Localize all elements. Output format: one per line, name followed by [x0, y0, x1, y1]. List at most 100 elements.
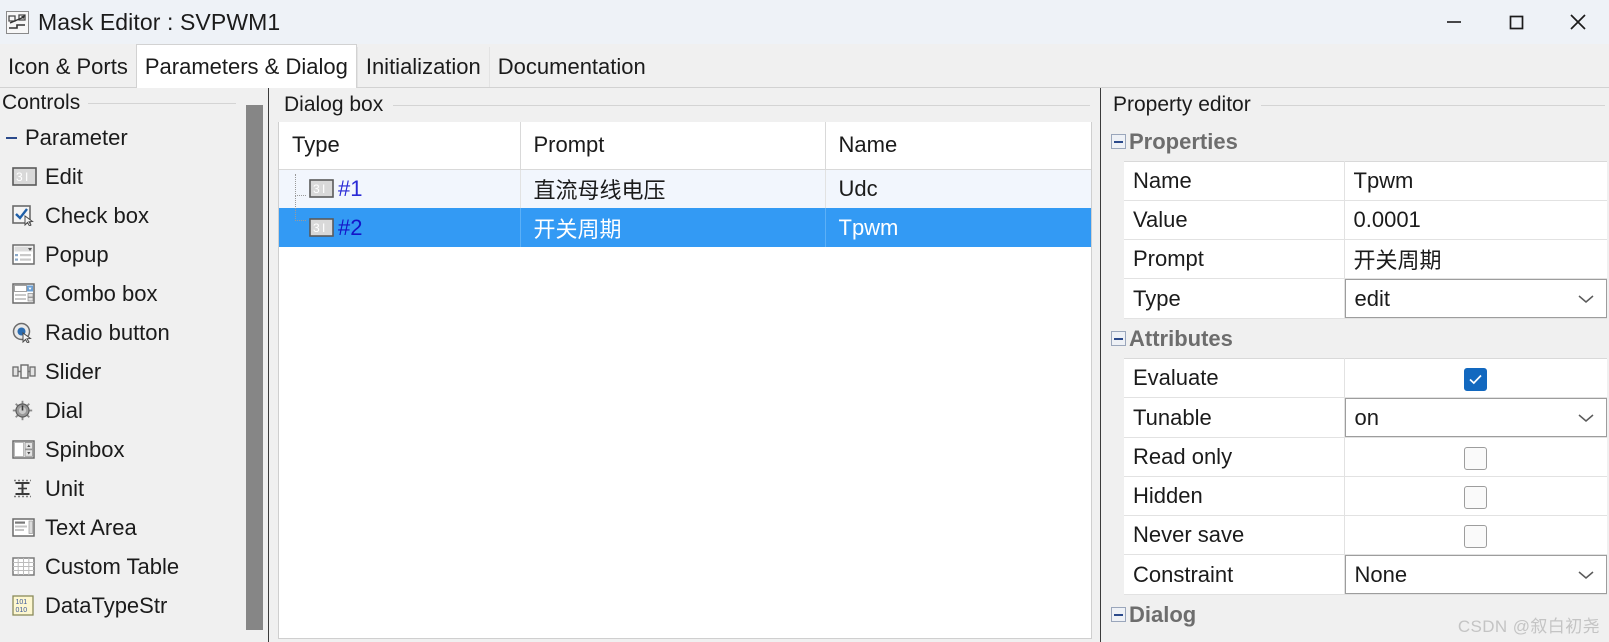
tab-parameters-and-dialog[interactable]: Parameters & Dialog [135, 44, 357, 88]
watermark: CSDN @叙白初尧 [1457, 617, 1600, 636]
column-header-name[interactable]: Name [825, 122, 1091, 170]
legend-rule [88, 102, 236, 104]
svg-text:3: 3 [16, 170, 23, 184]
cell-type: 3I #2 [279, 194, 521, 247]
collapse-minus-icon[interactable] [1111, 331, 1126, 346]
never-save-checkbox[interactable] [1464, 524, 1488, 548]
section-header-properties[interactable]: Properties [1106, 122, 1609, 161]
mask-editor-icon [6, 10, 29, 34]
maximize-icon[interactable] [1485, 0, 1547, 44]
control-item-check-box[interactable]: Check box [0, 196, 236, 235]
cell-prompt[interactable]: 开关周期 [520, 208, 826, 247]
controls-scrollbar[interactable] [244, 88, 264, 642]
column-header-type[interactable]: Type [279, 122, 521, 170]
property-value-value[interactable]: 0.0001 [1344, 200, 1607, 240]
attribute-value-read-only [1344, 437, 1607, 477]
cell-type: 3I #1 [279, 169, 521, 208]
tunable-select[interactable]: on [1344, 398, 1607, 437]
tunable-select-value: on [1354, 404, 1379, 430]
dialog-box-title: Dialog box [284, 93, 384, 116]
window-controls [1423, 0, 1609, 44]
attribute-row-never-save: Never save [1124, 515, 1607, 555]
control-item-combo-box[interactable]: Combo box [0, 274, 236, 313]
svg-text:I: I [322, 182, 325, 196]
property-value-prompt[interactable]: 开关周期 [1344, 239, 1607, 279]
attribute-key: Evaluate [1124, 358, 1345, 398]
spinbox-icon [12, 439, 37, 461]
dialog-box-table: Type Prompt Name 3I #1 直流母线电压 Udc 3 I #2… [279, 122, 1091, 247]
attribute-row-hidden: Hidden [1124, 476, 1607, 516]
dialog-box-panel: Dialog box Type Prompt Name 3 I #1 直流母线电… [275, 88, 1094, 642]
svg-text:101: 101 [16, 599, 28, 606]
svg-text:010: 010 [16, 607, 28, 614]
control-item-unit[interactable]: Unit [0, 469, 236, 508]
controls-title-row: Controls [0, 88, 236, 118]
minimize-icon[interactable] [1423, 0, 1485, 44]
evaluate-checkbox[interactable] [1464, 367, 1488, 391]
type-select[interactable]: edit [1344, 279, 1607, 318]
mask-editor-window: Mask Editor : SVPWM1 Icon & Ports Parame… [0, 0, 1609, 642]
control-item-custom-table[interactable]: Custom Table [0, 547, 236, 586]
control-item-label: Edit [45, 163, 83, 189]
cell-name[interactable]: Tpwm [825, 208, 1091, 247]
property-key: Type [1124, 278, 1345, 319]
right-pane-divider[interactable] [1100, 88, 1101, 642]
tab-bar: Icon & Ports Parameters & Dialog Initial… [0, 44, 1609, 88]
left-pane-divider[interactable] [268, 88, 269, 642]
tree-group-label: Parameter [25, 124, 128, 150]
edit-field-icon: 3I [12, 166, 37, 188]
tab-icon-and-ports[interactable]: Icon & Ports [0, 47, 136, 87]
hidden-checkbox[interactable] [1464, 485, 1488, 509]
read-only-checkbox[interactable] [1464, 446, 1488, 470]
scrollbar-thumb[interactable] [246, 105, 263, 630]
section-label: Dialog [1129, 601, 1197, 627]
collapse-minus-icon[interactable] [1111, 134, 1126, 149]
constraint-select[interactable]: None [1344, 555, 1607, 594]
table-row[interactable]: 3I #2 开关周期 Tpwm [279, 194, 1091, 247]
combo-box-icon [12, 283, 37, 305]
control-item-datatypestr[interactable]: 101 010 DataTypeStr [0, 586, 236, 625]
text-area-icon [12, 517, 37, 539]
control-item-label: Custom Table [45, 553, 180, 579]
attribute-key: Tunable [1124, 397, 1345, 438]
control-item-edit[interactable]: 3I Edit [0, 157, 236, 196]
property-row-type: Type edit [1124, 278, 1607, 319]
svg-text:I: I [322, 221, 325, 235]
tree-group-parameter[interactable]: Parameter [0, 118, 236, 157]
control-item-label: Popup [45, 241, 109, 267]
section-header-attributes[interactable]: Attributes [1106, 319, 1609, 358]
property-editor-title-row: Property editor [1106, 88, 1609, 122]
control-item-radio-button[interactable]: Radio button [0, 313, 236, 352]
control-item-dial[interactable]: Dial [0, 391, 236, 430]
tab-initialization[interactable]: Initialization [356, 47, 489, 87]
property-editor-title: Property editor [1113, 93, 1251, 116]
close-icon[interactable] [1547, 0, 1609, 44]
cell-prompt[interactable]: 直流母线电压 [520, 169, 826, 208]
attribute-row-constraint: Constraint None [1124, 554, 1607, 595]
control-item-slider[interactable]: Slider [0, 352, 236, 391]
legend-rule [1260, 104, 1605, 106]
column-header-prompt[interactable]: Prompt [520, 122, 826, 170]
slider-icon [12, 361, 37, 383]
table-header-row: Type Prompt Name [279, 122, 1091, 170]
attribute-key: Never save [1124, 515, 1345, 555]
attribute-value-constraint: None [1344, 554, 1607, 595]
type-select-value: edit [1354, 285, 1390, 311]
tab-documentation[interactable]: Documentation [488, 47, 654, 87]
control-item-text-area[interactable]: Text Area [0, 508, 236, 547]
check-box-icon [12, 205, 37, 227]
table-row[interactable]: 3I #1 直流母线电压 Udc [279, 169, 1091, 208]
property-key: Name [1124, 161, 1345, 201]
unit-icon [12, 478, 37, 500]
control-item-label: Combo box [45, 280, 158, 306]
property-value-name[interactable]: Tpwm [1344, 161, 1607, 201]
tree-connector [295, 173, 306, 196]
collapse-minus-icon[interactable] [1111, 607, 1126, 622]
control-item-popup[interactable]: Popup [0, 235, 236, 274]
tab-label: Parameters & Dialog [144, 53, 348, 79]
attributes-table: Evaluate Tunable on Read only Hidden Nev… [1124, 358, 1607, 595]
cell-name[interactable]: Udc [825, 169, 1091, 208]
attribute-value-never-save [1344, 515, 1607, 555]
control-item-spinbox[interactable]: Spinbox [0, 430, 236, 469]
collapse-minus-icon[interactable] [3, 129, 20, 146]
